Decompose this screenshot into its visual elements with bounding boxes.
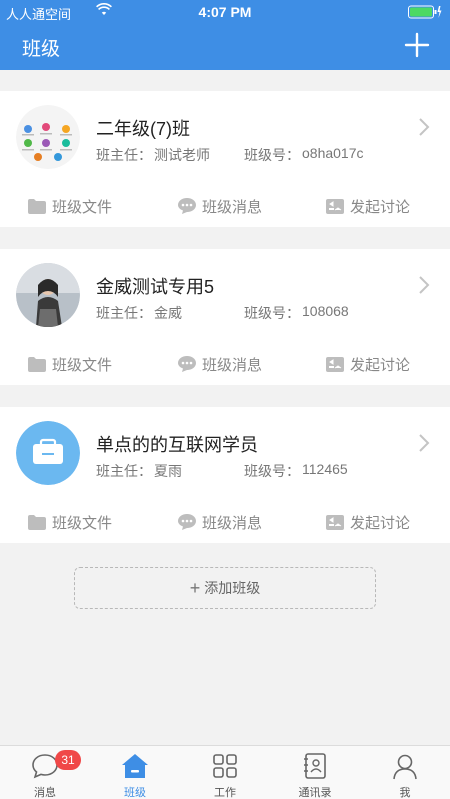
start-discussion-label: 发起讨论 <box>350 514 411 532</box>
class-card[interactable]: 单点的的互联网学员 班主任： 夏雨 班级号： 112465 班级文件 班级消息 … <box>0 407 450 543</box>
tab-work[interactable]: 工作 <box>180 746 270 799</box>
plus-icon <box>404 32 430 58</box>
class-messages-button[interactable]: 班级消息 <box>178 195 262 217</box>
class-files-label: 班级文件 <box>52 356 113 374</box>
tab-label: 消息 <box>34 787 56 799</box>
class-name: 单点的的互联网学员 <box>96 435 258 455</box>
folder-icon <box>28 356 46 372</box>
tab-class[interactable]: 班级 <box>90 746 180 799</box>
class-files-button[interactable]: 班级文件 <box>28 511 112 533</box>
class-files-button[interactable]: 班级文件 <box>28 353 112 375</box>
start-discussion-label: 发起讨论 <box>350 198 411 216</box>
class-name: 二年级(7)班 <box>96 119 190 139</box>
folder-icon <box>28 514 46 530</box>
teacher-label: 班主任： <box>96 147 152 163</box>
add-class-label: 添加班级 <box>204 580 261 596</box>
start-discussion-button[interactable]: 发起讨论 <box>326 353 410 375</box>
status-bar: 人人通空间 4:07 PM <box>0 0 450 24</box>
class-card[interactable]: 金威测试专用5 班主任： 金威 班级号： 108068 班级文件 班级消息 发起… <box>0 249 450 385</box>
contacts-book-icon <box>304 753 326 779</box>
class-card[interactable]: 二年级(7)班 班主任： 测试老师 班级号： o8ha017c 班级文件 班级消… <box>0 91 450 227</box>
class-avatar <box>16 421 80 485</box>
add-plus-button[interactable] <box>404 32 430 58</box>
teacher-name: 夏雨 <box>154 463 182 479</box>
tab-label: 工作 <box>214 787 236 799</box>
tab-label: 我 <box>399 787 411 799</box>
class-code-label: 班级号： <box>244 147 300 163</box>
house-icon <box>122 754 148 778</box>
chevron-right-icon[interactable] <box>418 275 430 295</box>
nav-bar: 班级 <box>0 24 450 70</box>
class-avatar <box>16 263 80 327</box>
teacher-label: 班主任： <box>96 463 152 479</box>
unread-badge: 31 <box>55 750 81 770</box>
class-files-label: 班级文件 <box>52 514 113 532</box>
battery-icon <box>408 5 442 19</box>
tab-messages[interactable]: 31 消息 <box>0 746 90 799</box>
class-files-label: 班级文件 <box>52 198 113 216</box>
class-avatar <box>16 105 80 169</box>
grid-icon <box>213 754 237 778</box>
message-bubble-icon <box>178 198 196 214</box>
start-discussion-button[interactable]: 发起讨论 <box>326 511 410 533</box>
discussion-icon <box>326 514 344 530</box>
class-messages-label: 班级消息 <box>202 514 263 532</box>
chevron-right-icon[interactable] <box>418 433 430 453</box>
page-title: 班级 <box>22 39 61 60</box>
message-bubble-icon <box>178 514 196 530</box>
start-discussion-label: 发起讨论 <box>350 356 411 374</box>
tab-contacts[interactable]: 通讯录 <box>270 746 360 799</box>
class-messages-button[interactable]: 班级消息 <box>178 511 262 533</box>
class-actions: 班级文件 班级消息 发起讨论 <box>0 189 450 223</box>
class-actions: 班级文件 班级消息 发起讨论 <box>0 505 450 539</box>
class-messages-button[interactable]: 班级消息 <box>178 353 262 375</box>
class-code: o8ha017c <box>302 145 364 161</box>
class-name: 金威测试专用5 <box>96 277 215 297</box>
class-messages-label: 班级消息 <box>202 198 263 216</box>
discussion-icon <box>326 198 344 214</box>
start-discussion-button[interactable]: 发起讨论 <box>326 195 410 217</box>
teacher-name: 测试老师 <box>154 147 210 163</box>
class-files-button[interactable]: 班级文件 <box>28 195 112 217</box>
discussion-icon <box>326 356 344 372</box>
add-class-button[interactable]: + 添加班级 <box>74 567 376 609</box>
top-bar: 人人通空间 4:07 PM 班级 <box>0 0 450 70</box>
status-time: 4:07 PM <box>198 4 252 20</box>
tab-bar: 31 消息 班级 工作 通讯录 我 <box>0 745 450 799</box>
person-icon <box>393 754 417 780</box>
tab-me[interactable]: 我 <box>360 746 450 799</box>
teacher-label: 班主任： <box>96 305 152 321</box>
chevron-right-icon[interactable] <box>418 117 430 137</box>
plus-icon: + <box>189 577 201 598</box>
class-code: 108068 <box>302 303 349 319</box>
class-code: 112465 <box>302 461 348 477</box>
class-code-label: 班级号： <box>244 463 300 479</box>
class-code-label: 班级号： <box>244 305 300 321</box>
message-bubble-icon <box>178 356 196 372</box>
class-messages-label: 班级消息 <box>202 356 263 374</box>
folder-icon <box>28 198 46 214</box>
class-actions: 班级文件 班级消息 发起讨论 <box>0 347 450 381</box>
tab-label: 通讯录 <box>298 787 332 799</box>
teacher-name: 金威 <box>154 305 182 321</box>
tab-label: 班级 <box>124 787 146 799</box>
